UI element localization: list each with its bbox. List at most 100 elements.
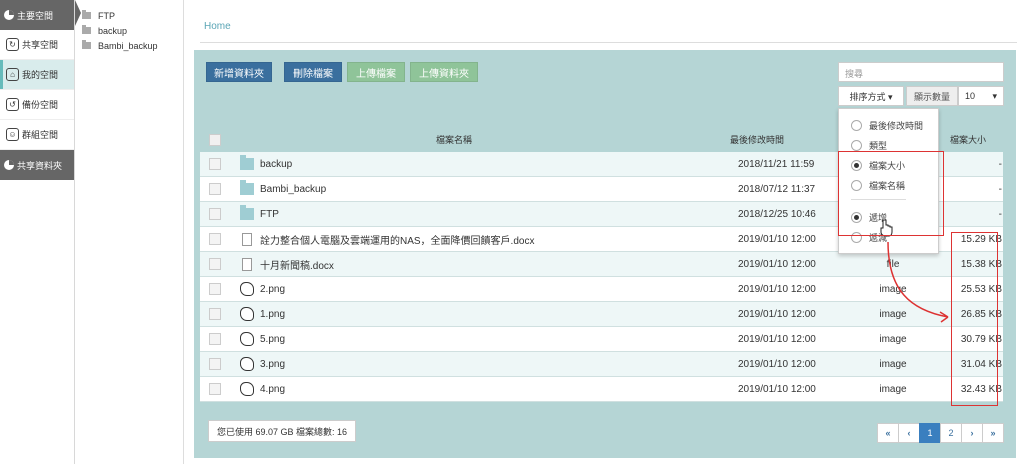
file-name[interactable]: backup (260, 159, 292, 170)
file-type: image (879, 383, 907, 395)
pie-chart-icon (4, 10, 14, 20)
sidebar-item-shared-folders[interactable]: 共享資料夾 (0, 150, 74, 180)
pie-chart-icon (4, 160, 14, 170)
sidebar-item-label: 備份空間 (22, 100, 59, 110)
prev-page-button[interactable]: ‹ (898, 423, 920, 443)
file-name[interactable]: FTP (260, 209, 279, 220)
folder-tree: FTP backup Bambi_backup (82, 8, 158, 53)
image-thumbnail-icon (240, 307, 254, 321)
page-size-label: 顯示數量 (906, 86, 958, 106)
header-size[interactable]: 檔案大小 (950, 133, 986, 146)
file-size: - (998, 158, 1002, 170)
group-icon: ☺ (6, 128, 19, 141)
file-type: image (879, 333, 907, 345)
file-name[interactable]: 5.png (260, 334, 285, 345)
tree-item[interactable]: Bambi_backup (82, 38, 158, 53)
first-page-button[interactable]: « (877, 423, 899, 443)
row-checkbox[interactable] (209, 283, 221, 295)
image-thumbnail-icon (240, 357, 254, 371)
row-checkbox[interactable] (209, 308, 221, 320)
last-page-button[interactable]: » (982, 423, 1004, 443)
search-input[interactable]: 搜尋 (838, 62, 1004, 82)
share-icon: ↻ (6, 38, 19, 51)
highlight-box (951, 232, 998, 406)
footer-bar: 您已使用 69.07 GB 檔案總數: 16 « ‹ 1 2 › » (194, 408, 1016, 458)
file-modified: 2019/01/10 12:00 (738, 333, 816, 345)
folder-icon (240, 205, 254, 220)
header-name[interactable]: 檔案名稱 (436, 133, 472, 146)
highlight-box (838, 151, 944, 236)
active-indicator (75, 0, 81, 26)
table-row[interactable]: 3.png 2019/01/10 12:00 image 31.04 KB (200, 352, 1003, 377)
row-checkbox[interactable] (209, 158, 221, 170)
radio-icon (851, 120, 862, 131)
page-1-button[interactable]: 1 (919, 423, 941, 443)
file-name[interactable]: 詮力整合個人電腦及雲端運用的NAS，全面降價回饋客戶.docx (260, 232, 534, 247)
file-name[interactable]: Bambi_backup (260, 184, 326, 195)
page-size-select[interactable]: 10 ▾ (958, 86, 1004, 106)
new-folder-button[interactable]: 新增資料夾 (206, 62, 272, 82)
file-modified: 2019/01/10 12:00 (738, 258, 816, 270)
sidebar-item-backup-space[interactable]: ↺ 備份空間 (0, 90, 74, 120)
sidebar-item-label: 群組空間 (22, 130, 59, 140)
page-2-button[interactable]: 2 (940, 423, 962, 443)
sidebar-item-label: 共享資料夾 (17, 160, 63, 171)
row-checkbox[interactable] (209, 383, 221, 395)
sidebar: 主要空間 ↻ 共享空間 ⌂ 我的空間 ↺ 備份空間 ☺ 群組空間 共享資料夾 (0, 0, 75, 464)
row-checkbox[interactable] (209, 358, 221, 370)
file-modified: 2019/01/10 12:00 (738, 383, 816, 395)
sidebar-item-group-space[interactable]: ☺ 群組空間 (0, 120, 74, 150)
file-size: - (998, 208, 1002, 220)
row-checkbox[interactable] (209, 208, 221, 220)
sidebar-item-main-space[interactable]: 主要空間 (0, 0, 74, 30)
file-size: - (998, 183, 1002, 195)
folder-icon (82, 10, 91, 19)
row-checkbox[interactable] (209, 233, 221, 245)
arrow-icon (887, 241, 949, 323)
select-all-checkbox[interactable] (209, 134, 221, 146)
tree-item[interactable]: backup (82, 23, 158, 38)
pagination: « ‹ 1 2 › » (877, 423, 1004, 443)
header-modified[interactable]: 最後修改時間 (730, 133, 784, 146)
sidebar-item-label: 主要空間 (17, 10, 54, 21)
sidebar-item-label: 共享空間 (22, 40, 59, 50)
next-page-button[interactable]: › (961, 423, 983, 443)
radio-icon (851, 140, 862, 151)
delete-file-button[interactable]: 刪除檔案 (284, 62, 342, 82)
sidebar-item-my-space[interactable]: ⌂ 我的空間 (0, 60, 74, 90)
upload-file-button[interactable]: 上傳檔案 (347, 62, 405, 82)
sidebar-item-label: 我的空間 (22, 70, 59, 80)
chevron-down-icon: ▾ (992, 90, 997, 101)
image-thumbnail-icon (240, 382, 254, 396)
file-name[interactable]: 1.png (260, 309, 285, 320)
history-icon: ↺ (6, 98, 19, 111)
row-checkbox[interactable] (209, 258, 221, 270)
image-thumbnail-icon (240, 282, 254, 296)
sort-option-modified[interactable]: 最後修改時間 (851, 119, 923, 132)
pane-divider (183, 0, 184, 464)
document-icon (242, 257, 252, 271)
upload-folder-button[interactable]: 上傳資料夾 (410, 62, 478, 82)
row-checkbox[interactable] (209, 183, 221, 195)
file-type: image (879, 358, 907, 370)
file-modified: 2018/07/12 11:37 (738, 183, 816, 195)
tree-item[interactable]: FTP (82, 8, 158, 23)
row-checkbox[interactable] (209, 333, 221, 345)
breadcrumb[interactable]: Home (204, 21, 231, 32)
image-thumbnail-icon (240, 332, 254, 346)
folder-icon (82, 25, 91, 34)
file-name[interactable]: 4.png (260, 384, 285, 395)
sidebar-item-shared-space[interactable]: ↻ 共享空間 (0, 30, 74, 60)
sort-dropdown-button[interactable]: 排序方式 ▾ (838, 86, 904, 106)
folder-icon (240, 155, 254, 170)
file-name[interactable]: 十月新聞稿.docx (260, 257, 334, 272)
storage-usage: 您已使用 69.07 GB 檔案總數: 16 (208, 420, 357, 442)
table-row[interactable]: 4.png 2019/01/10 12:00 image 32.43 KB (200, 377, 1003, 402)
file-name[interactable]: 3.png (260, 359, 285, 370)
file-modified: 2018/11/21 11:59 (738, 158, 815, 170)
breadcrumb-divider (200, 42, 1017, 43)
file-name[interactable]: 2.png (260, 284, 285, 295)
home-icon: ⌂ (6, 68, 19, 81)
document-icon (242, 232, 252, 246)
table-row[interactable]: 5.png 2019/01/10 12:00 image 30.79 KB (200, 327, 1003, 352)
